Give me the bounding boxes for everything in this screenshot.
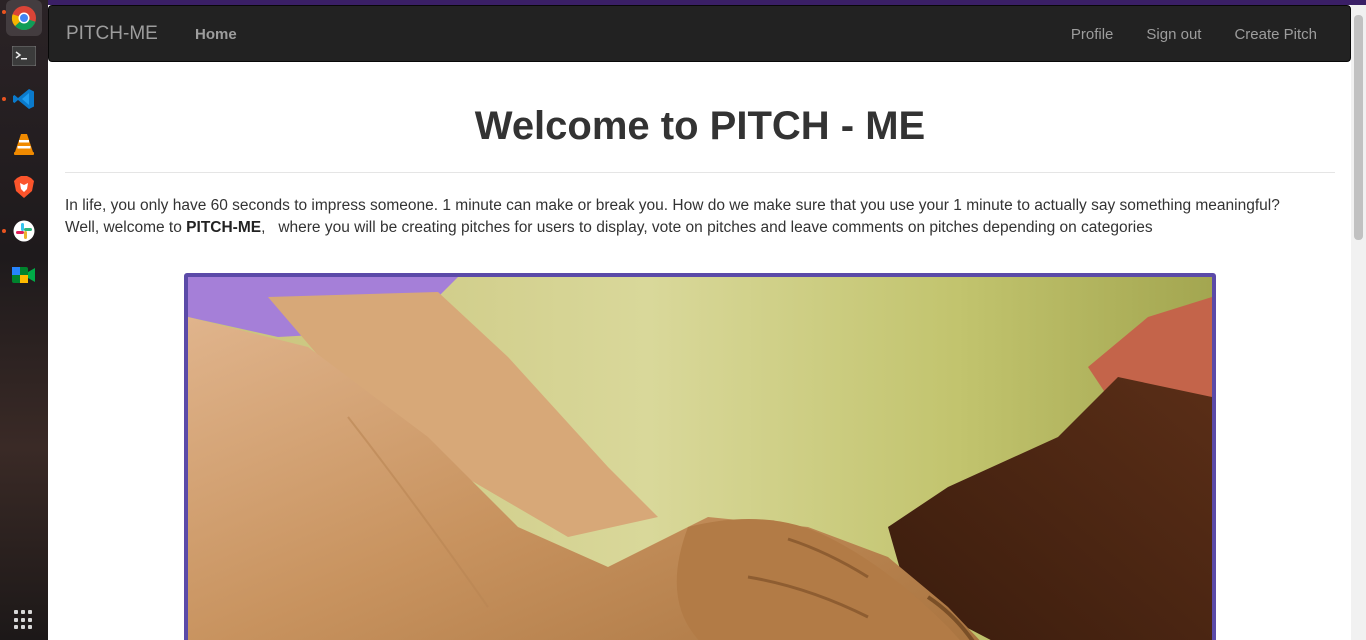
intro-brand: PITCH-ME bbox=[186, 219, 262, 236]
intro-line-2-suffix: , where you will be creating pitches for… bbox=[261, 219, 1153, 236]
welcome-brand: PITCH - ME bbox=[709, 104, 926, 148]
intro-line-2: Well, welcome to PITCH-ME, where you wil… bbox=[65, 217, 1335, 239]
scrollbar-thumb[interactable] bbox=[1354, 15, 1363, 240]
terminal-icon[interactable] bbox=[6, 38, 42, 74]
web-page: PITCH-ME Home Profile Sign out Create Pi… bbox=[48, 0, 1366, 640]
os-dock bbox=[0, 0, 48, 640]
running-indicator bbox=[2, 97, 6, 101]
welcome-heading: Welcome to PITCH - ME bbox=[65, 104, 1335, 149]
running-indicator bbox=[2, 229, 6, 233]
page-scrollbar[interactable] bbox=[1351, 5, 1366, 640]
chrome-icon[interactable] bbox=[6, 0, 42, 36]
handshake-image bbox=[184, 273, 1216, 640]
show-apps-icon[interactable] bbox=[14, 610, 34, 630]
nav-home-link[interactable]: Home bbox=[195, 26, 237, 43]
vscode-icon[interactable] bbox=[6, 81, 42, 117]
divider bbox=[65, 172, 1335, 173]
nav-create-pitch-link[interactable]: Create Pitch bbox=[1234, 26, 1317, 43]
nav-sign-out-link[interactable]: Sign out bbox=[1146, 26, 1201, 43]
brand-link[interactable]: PITCH-ME bbox=[66, 23, 158, 45]
slack-icon[interactable] bbox=[6, 213, 42, 249]
intro-text: In life, you only have 60 seconds to imp… bbox=[65, 195, 1335, 239]
navbar: PITCH-ME Home Profile Sign out Create Pi… bbox=[48, 5, 1351, 62]
intro-line-1: In life, you only have 60 seconds to imp… bbox=[65, 197, 1280, 214]
meet-icon[interactable] bbox=[6, 257, 42, 293]
welcome-prefix: Welcome to bbox=[474, 104, 710, 148]
nav-right-links: Profile Sign out Create Pitch bbox=[1071, 26, 1317, 43]
running-indicator bbox=[2, 10, 6, 14]
nav-profile-link[interactable]: Profile bbox=[1071, 26, 1114, 43]
vlc-icon[interactable] bbox=[6, 126, 42, 162]
brave-icon[interactable] bbox=[6, 169, 42, 205]
intro-line-2-prefix: Well, welcome to bbox=[65, 219, 187, 236]
